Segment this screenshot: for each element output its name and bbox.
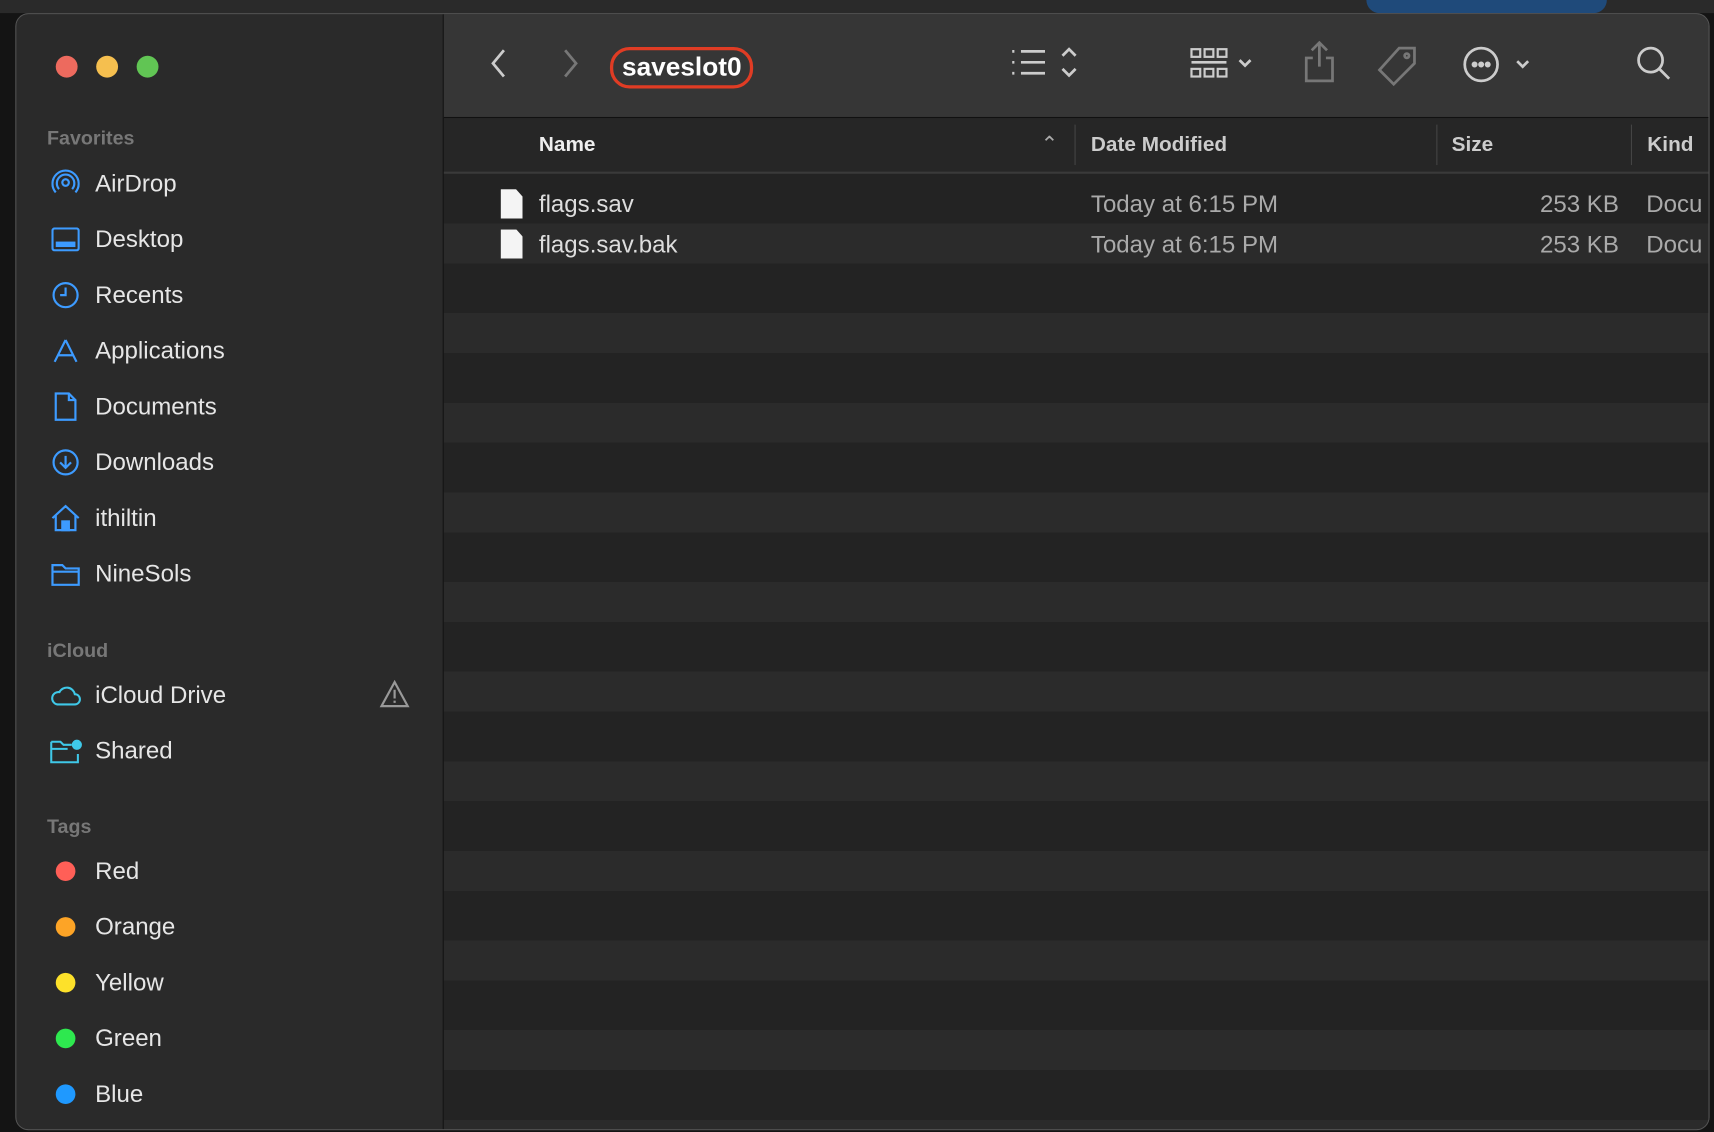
file-icon <box>500 229 523 259</box>
sidebar-item-desktop[interactable]: Desktop <box>49 220 410 259</box>
file-list: flags.sav Today at 6:15 PM 253 KB Docu f… <box>443 173 1709 1130</box>
close-button[interactable] <box>55 55 78 78</box>
applications-icon <box>49 334 82 367</box>
column-size[interactable]: Size <box>1452 118 1494 172</box>
tag-dot-icon <box>55 1028 76 1049</box>
forward-button[interactable] <box>560 47 582 80</box>
tag-dot-icon <box>55 861 76 882</box>
toolbar: saveslot0 <box>443 14 1709 119</box>
sidebar-item-label: Desktop <box>95 225 184 253</box>
file-row[interactable]: flags.sav.bak Today at 6:15 PM 253 KB Do… <box>444 224 1709 264</box>
share-button[interactable] <box>1303 40 1336 84</box>
column-header: Name ⌃ Date Modified Size Kind <box>443 118 1709 174</box>
sort-ascending-icon[interactable]: ⌃ <box>1041 118 1058 172</box>
sidebar-tag-green[interactable]: Green <box>49 1019 410 1058</box>
tag-dot-icon <box>55 917 76 937</box>
file-browser: saveslot0 Name ⌃ Date Modified Size Kind <box>443 14 1709 1130</box>
sidebar-item-label: iCloud Drive <box>95 681 227 709</box>
file-date: Today at 6:15 PM <box>1090 190 1279 218</box>
file-icon <box>500 189 523 219</box>
list-view-button[interactable] <box>1010 45 1087 80</box>
warning-icon[interactable] <box>379 679 410 715</box>
sidebar-tag-orange[interactable]: Orange <box>49 907 410 946</box>
file-size: 253 KB <box>1539 230 1619 258</box>
clock-icon <box>49 279 82 312</box>
minimize-button[interactable] <box>96 55 119 78</box>
sidebar-item-documents[interactable]: Documents <box>49 387 410 426</box>
sidebar-item-label: Red <box>95 856 140 885</box>
search-button[interactable] <box>1635 45 1672 82</box>
cloud-icon <box>49 679 82 712</box>
section-favorites: Favorites <box>47 126 135 149</box>
sidebar: Favorites AirDrop Desktop Recents Applic… <box>16 14 444 1130</box>
more-actions-button[interactable] <box>1463 45 1535 84</box>
sidebar-item-home[interactable]: ithiltin <box>49 498 410 537</box>
tag-button[interactable] <box>1375 45 1419 89</box>
sidebar-item-label: Blue <box>95 1079 144 1108</box>
sidebar-item-label: Green <box>95 1024 162 1052</box>
finder-window: Favorites AirDrop Desktop Recents Applic… <box>15 13 1710 1131</box>
sidebar-tag-yellow[interactable]: Yellow <box>49 963 410 1002</box>
section-tags: Tags <box>47 815 92 838</box>
column-date-modified[interactable]: Date Modified <box>1091 118 1227 172</box>
sidebar-item-label: Recents <box>95 280 184 309</box>
sidebar-item-label: Orange <box>95 912 176 941</box>
sidebar-item-label: AirDrop <box>95 169 177 197</box>
column-divider[interactable] <box>1630 124 1632 166</box>
tag-dot-icon <box>55 1084 76 1105</box>
sidebar-item-applications[interactable]: Applications <box>49 331 410 370</box>
folder-icon <box>49 557 82 590</box>
home-icon <box>49 502 82 535</box>
section-icloud: iCloud <box>47 639 109 662</box>
airdrop-icon <box>49 167 82 200</box>
sidebar-item-label: Applications <box>95 336 225 365</box>
file-row[interactable]: flags.sav Today at 6:15 PM 253 KB Docu <box>444 184 1709 224</box>
sidebar-item-label: NineSols <box>95 559 192 587</box>
group-button[interactable] <box>1189 45 1259 82</box>
sidebar-item-downloads[interactable]: Downloads <box>49 443 410 482</box>
sidebar-tag-red[interactable]: Red <box>49 852 410 891</box>
sidebar-item-shared[interactable]: Shared <box>49 731 410 770</box>
back-button[interactable] <box>488 47 510 80</box>
file-date: Today at 6:15 PM <box>1090 230 1279 258</box>
column-name[interactable]: Name <box>539 118 596 172</box>
sidebar-item-label: ithiltin <box>95 503 157 532</box>
sidebar-item-label: Shared <box>95 736 173 765</box>
window-controls <box>55 55 159 78</box>
sidebar-item-ninesols[interactable]: NineSols <box>49 554 410 593</box>
column-divider[interactable] <box>1074 124 1076 166</box>
zoom-button[interactable] <box>136 55 159 78</box>
window-title: saveslot0 <box>609 47 754 89</box>
column-kind[interactable]: Kind <box>1647 118 1693 172</box>
file-kind: Docu <box>1646 230 1703 258</box>
tag-dot-icon <box>55 972 76 993</box>
document-icon <box>49 390 82 423</box>
sidebar-item-label: Downloads <box>95 448 215 476</box>
sidebar-item-label: Yellow <box>95 968 164 996</box>
file-name: flags.sav <box>538 190 634 218</box>
sidebar-item-label: Documents <box>95 392 217 420</box>
column-divider[interactable] <box>1436 124 1438 166</box>
file-kind: Docu <box>1646 190 1703 218</box>
shared-folder-icon <box>49 735 82 768</box>
desktop-icon <box>49 223 82 256</box>
sidebar-item-airdrop[interactable]: AirDrop <box>49 164 410 203</box>
background-update-button <box>1366 0 1607 14</box>
sidebar-item-icloud-drive[interactable]: iCloud Drive <box>49 676 410 715</box>
download-icon <box>49 446 82 479</box>
file-name: flags.sav.bak <box>538 230 678 258</box>
sidebar-item-recents[interactable]: Recents <box>49 275 410 314</box>
sidebar-tag-blue[interactable]: Blue <box>49 1075 410 1114</box>
file-size: 253 KB <box>1539 190 1619 218</box>
